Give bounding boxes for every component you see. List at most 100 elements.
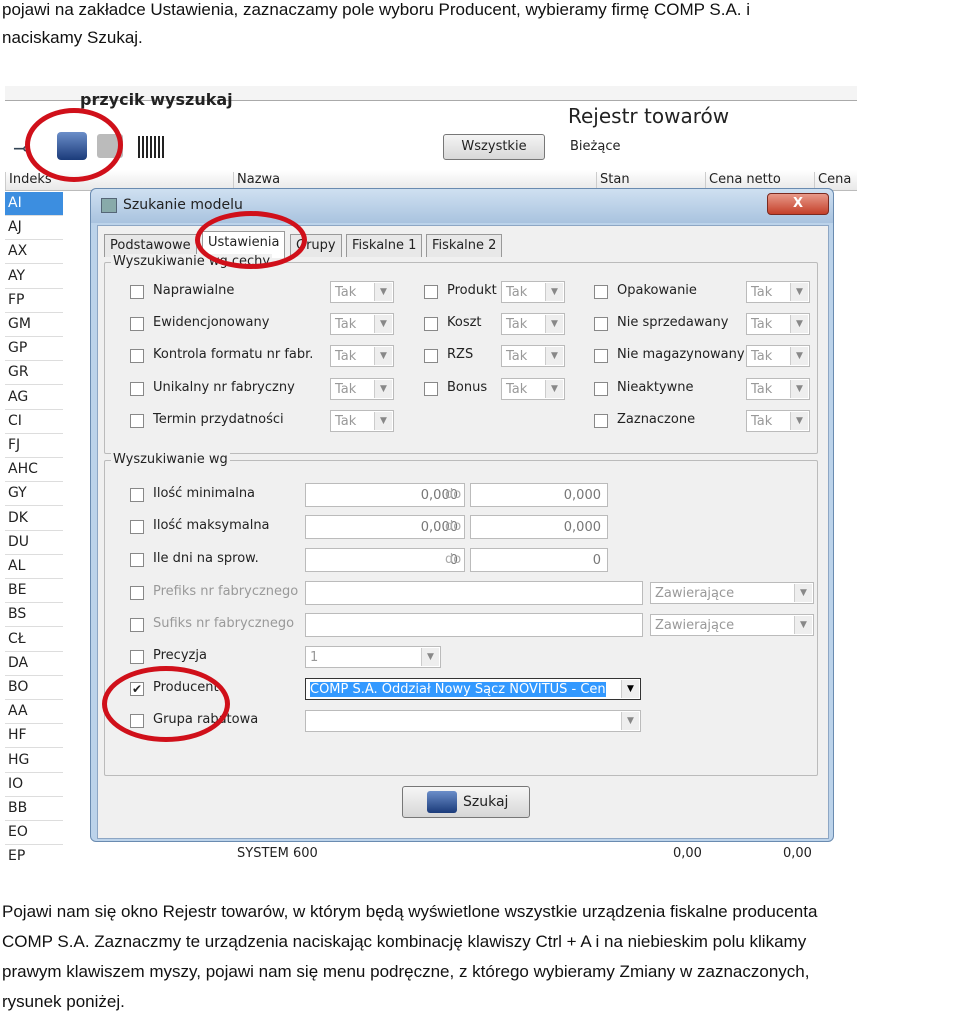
chevron-down-icon[interactable]: ▼ [374, 315, 392, 333]
index-cell[interactable]: GR [5, 361, 63, 386]
chevron-down-icon[interactable]: ▼ [790, 412, 808, 430]
yes-no-select[interactable]: Tak ▼ [330, 378, 394, 400]
index-cell[interactable]: AX [5, 240, 63, 265]
range-to-field[interactable]: 0,000 [470, 515, 608, 539]
close-button[interactable]: X [767, 193, 829, 215]
checkbox[interactable] [130, 349, 144, 363]
chevron-down-icon[interactable]: ▼ [374, 347, 392, 365]
index-cell[interactable]: AI [5, 192, 63, 216]
range-from-field[interactable]: 0,000 [305, 515, 465, 539]
checkbox[interactable] [130, 586, 144, 600]
search-button[interactable]: Szukaj [402, 786, 530, 818]
range-from-field[interactable]: 0 [305, 548, 465, 572]
index-cell[interactable]: AHC [5, 458, 63, 483]
yes-no-select[interactable]: Tak ▼ [746, 378, 810, 400]
checkbox[interactable] [130, 414, 144, 428]
checkbox[interactable] [130, 317, 144, 331]
index-cell[interactable]: BE [5, 579, 63, 604]
chevron-down-icon[interactable]: ▼ [790, 347, 808, 365]
checkbox[interactable] [594, 317, 608, 331]
chevron-down-icon[interactable]: ▼ [374, 380, 392, 398]
yes-no-select[interactable]: Tak ▼ [501, 345, 565, 367]
range-from-field[interactable]: 0,000 [305, 483, 465, 507]
precision-select[interactable]: 1 ▼ [305, 646, 441, 668]
index-cell[interactable]: AL [5, 555, 63, 579]
checkbox[interactable] [424, 285, 438, 299]
chevron-down-icon[interactable]: ▼ [545, 283, 563, 301]
yes-no-select[interactable]: Tak ▼ [330, 313, 394, 335]
index-cell[interactable]: EP [5, 845, 63, 866]
checkbox[interactable] [594, 382, 608, 396]
index-cell[interactable]: GP [5, 337, 63, 362]
checkbox[interactable] [594, 349, 608, 363]
chevron-down-icon[interactable]: ▼ [794, 616, 812, 634]
yes-no-select[interactable]: Tak ▼ [501, 281, 565, 303]
chevron-down-icon[interactable]: ▼ [621, 680, 639, 698]
checkbox[interactable] [130, 618, 144, 632]
yes-no-select[interactable]: Tak ▼ [501, 313, 565, 335]
chevron-down-icon[interactable]: ▼ [545, 380, 563, 398]
dialog-titlebar[interactable]: Szukanie modelu X [91, 189, 833, 223]
index-cell[interactable]: CŁ [5, 628, 63, 652]
chevron-down-icon[interactable]: ▼ [545, 347, 563, 365]
index-cell[interactable]: GY [5, 482, 63, 507]
chevron-down-icon[interactable]: ▼ [790, 380, 808, 398]
tab-fiscal-2[interactable]: Fiskalne 2 [426, 234, 503, 257]
index-cell[interactable]: AG [5, 386, 63, 410]
index-cell[interactable]: IO [5, 773, 63, 797]
checkbox[interactable] [130, 488, 144, 502]
yes-no-select[interactable]: Tak ▼ [330, 345, 394, 367]
yes-no-select[interactable]: Tak ▼ [746, 281, 810, 303]
checkbox[interactable] [130, 285, 144, 299]
index-cell[interactable]: DK [5, 507, 63, 531]
checkbox[interactable] [594, 414, 608, 428]
index-cell[interactable]: HG [5, 749, 63, 773]
text-field[interactable] [305, 613, 643, 637]
range-to-field[interactable]: 0,000 [470, 483, 608, 507]
discount-group-select[interactable]: ▼ [305, 710, 641, 732]
producer-select[interactable]: COMP S.A. Oddział Nowy Sącz NOVITUS - Ce… [305, 678, 641, 700]
chevron-down-icon[interactable]: ▼ [790, 283, 808, 301]
yes-no-select[interactable]: Tak ▼ [330, 410, 394, 432]
checkbox[interactable] [594, 285, 608, 299]
yes-no-select[interactable]: Tak ▼ [746, 345, 810, 367]
index-cell[interactable]: AY [5, 265, 63, 289]
index-cell[interactable]: FJ [5, 434, 63, 458]
yes-no-select[interactable]: Tak ▼ [330, 281, 394, 303]
chevron-down-icon[interactable]: ▼ [421, 648, 439, 666]
all-button[interactable]: Wszystkie [443, 134, 545, 160]
yes-no-select[interactable]: Tak ▼ [501, 378, 565, 400]
match-mode-select[interactable]: Zawierające ▼ [650, 614, 814, 636]
yes-no-select[interactable]: Tak ▼ [746, 313, 810, 335]
yes-no-select[interactable]: Tak ▼ [746, 410, 810, 432]
chevron-down-icon[interactable]: ▼ [794, 584, 812, 602]
index-cell[interactable]: DA [5, 652, 63, 676]
index-cell[interactable]: BO [5, 676, 63, 700]
index-cell[interactable]: EO [5, 821, 63, 846]
chevron-down-icon[interactable]: ▼ [374, 412, 392, 430]
chevron-down-icon[interactable]: ▼ [374, 283, 392, 301]
match-mode-select[interactable]: Zawierające ▼ [650, 582, 814, 604]
checkbox[interactable] [130, 520, 144, 534]
index-cell[interactable]: AJ [5, 216, 63, 241]
index-cell[interactable]: CI [5, 410, 63, 434]
index-cell[interactable]: AA [5, 700, 63, 725]
text-field[interactable] [305, 581, 643, 605]
checkbox[interactable] [424, 317, 438, 331]
index-cell[interactable]: GM [5, 313, 63, 337]
checkbox[interactable] [424, 382, 438, 396]
barcode-icon[interactable] [138, 136, 164, 158]
index-cell[interactable]: DU [5, 531, 63, 555]
chevron-down-icon[interactable]: ▼ [621, 712, 639, 730]
tab-fiscal-1[interactable]: Fiskalne 1 [346, 234, 423, 257]
checkbox[interactable] [130, 650, 144, 664]
index-cell[interactable]: HF [5, 724, 63, 749]
index-cell[interactable]: FP [5, 289, 63, 313]
chevron-down-icon[interactable]: ▼ [790, 315, 808, 333]
current-button[interactable]: Bieżące [570, 139, 620, 154]
index-cell[interactable]: BS [5, 603, 63, 628]
range-to-field[interactable]: 0 [470, 548, 608, 572]
index-cell[interactable]: BB [5, 797, 63, 821]
chevron-down-icon[interactable]: ▼ [545, 315, 563, 333]
checkbox[interactable] [130, 553, 144, 567]
